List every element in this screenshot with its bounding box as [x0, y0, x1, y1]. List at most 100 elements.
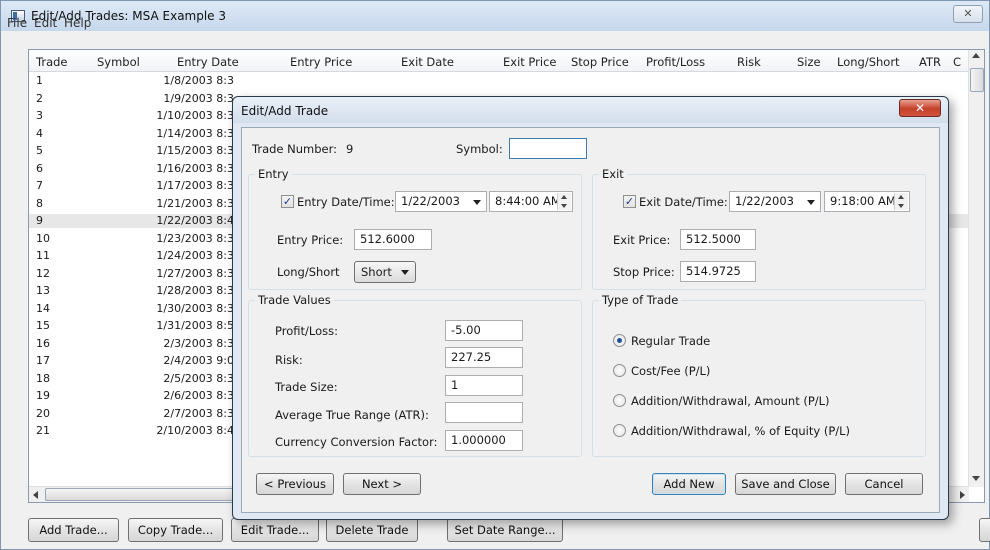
- partial-right-button[interactable]: [979, 518, 990, 542]
- col-entry-date[interactable]: Entry Date: [177, 55, 239, 69]
- cell-trade-number: 9: [36, 214, 43, 227]
- profit-loss-input[interactable]: -5.00: [445, 320, 523, 341]
- entry-date-checkbox[interactable]: ✓: [281, 195, 294, 208]
- col-profit-loss[interactable]: Profit/Loss: [646, 55, 705, 69]
- symbol-label: Symbol:: [456, 142, 503, 156]
- radio-addition-amount-label[interactable]: Addition/Withdrawal, Amount (P/L): [631, 394, 830, 408]
- long-short-select[interactable]: Short: [354, 261, 416, 283]
- currency-conversion-input[interactable]: 1.000000: [445, 430, 523, 451]
- cell-entry-date: 1/27/2003 8:3: [156, 266, 234, 280]
- col-entry-price[interactable]: Entry Price: [290, 55, 352, 69]
- entry-time-spinner[interactable]: 8:44:00 AM: [489, 191, 573, 212]
- menu-help[interactable]: Help: [64, 16, 91, 30]
- add-trade-button[interactable]: Add Trade...: [28, 518, 119, 542]
- next-button[interactable]: Next >: [343, 473, 421, 495]
- spinner-arrows-icon[interactable]: [894, 193, 908, 210]
- cell-trade-number: 3: [36, 109, 43, 122]
- cell-trade-number: 11: [36, 249, 50, 262]
- spinner-arrows-icon[interactable]: [557, 193, 571, 210]
- cell-entry-date: 1/28/2003 8:3: [156, 284, 234, 297]
- risk-label: Risk:: [275, 353, 303, 367]
- col-trade[interactable]: Trade: [36, 55, 68, 69]
- cell-entry-date: 2/4/2003 9:0: [163, 354, 234, 367]
- cell-trade-number: 4: [36, 126, 43, 140]
- entry-price-input[interactable]: 512.6000: [354, 229, 432, 250]
- entry-price-label: Entry Price:: [277, 233, 344, 247]
- exit-date-checkbox[interactable]: ✓: [623, 195, 636, 208]
- set-date-range-button[interactable]: Set Date Range...: [447, 518, 563, 542]
- save-and-close-button[interactable]: Save and Close: [735, 473, 836, 495]
- cell-entry-date: 2/3/2003 8:3: [163, 336, 234, 350]
- exit-price-input[interactable]: 512.5000: [680, 229, 756, 250]
- cell-trade-number: 2: [36, 91, 43, 105]
- menu-file[interactable]: File: [7, 16, 27, 30]
- menu-edit[interactable]: Edit: [34, 16, 57, 30]
- add-new-button[interactable]: Add New: [652, 473, 726, 495]
- cell-entry-date: 2/7/2003 8:3: [163, 406, 234, 420]
- col-long-short[interactable]: Long/Short: [837, 55, 900, 69]
- exit-group-title: Exit: [599, 167, 627, 181]
- cell-entry-date: 2/6/2003 8:3: [163, 389, 234, 402]
- radio-cost-fee[interactable]: [613, 364, 626, 377]
- col-exit-price[interactable]: Exit Price: [503, 55, 557, 69]
- radio-regular-trade-label[interactable]: Regular Trade: [631, 334, 710, 348]
- exit-date-picker[interactable]: 1/22/2003: [729, 191, 821, 212]
- vertical-scroll-thumb[interactable]: [970, 68, 984, 92]
- menu-bar: File Edit Help: [1, 16, 989, 34]
- cell-entry-date: 1/9/2003 8:3: [163, 91, 234, 105]
- trade-size-input[interactable]: 1: [445, 375, 523, 396]
- previous-button[interactable]: < Previous: [256, 473, 334, 495]
- cell-entry-date: 1/24/2003 8:3: [156, 249, 234, 262]
- edit-trade-button[interactable]: Edit Trade...: [231, 518, 319, 542]
- scroll-up-icon[interactable]: [972, 53, 980, 58]
- dialog-body: Trade Number: 9 Symbol: Entry ✓ Entry Da…: [241, 127, 940, 513]
- horizontal-scroll-thumb[interactable]: [45, 488, 235, 501]
- entry-date-value: 1/22/2003: [401, 194, 460, 208]
- cell-trade-number: 13: [36, 284, 50, 297]
- atr-input[interactable]: [445, 402, 523, 423]
- radio-cost-fee-label[interactable]: Cost/Fee (P/L): [631, 364, 710, 378]
- table-row[interactable]: 1 1/8/2003 8:3: [29, 74, 969, 88]
- delete-trade-button[interactable]: Delete Trade: [326, 518, 418, 542]
- copy-trade-button[interactable]: Copy Trade...: [128, 518, 223, 542]
- risk-input[interactable]: 227.25: [445, 347, 523, 368]
- chevron-down-icon[interactable]: [401, 270, 409, 275]
- chevron-down-icon[interactable]: [473, 200, 481, 205]
- col-size[interactable]: Size: [797, 55, 821, 69]
- col-atr[interactable]: ATR: [919, 55, 941, 69]
- col-stop-price[interactable]: Stop Price: [571, 55, 629, 69]
- cancel-button[interactable]: Cancel: [845, 473, 923, 495]
- scroll-left-icon[interactable]: [33, 491, 38, 499]
- scroll-down-icon[interactable]: [972, 476, 980, 481]
- trade-values-group: Trade Values Profit/Loss: -5.00 Risk: 22…: [248, 293, 582, 457]
- cell-trade-number: 6: [36, 161, 43, 175]
- chevron-down-icon[interactable]: [807, 200, 815, 205]
- radio-addition-equity[interactable]: [613, 424, 626, 437]
- cell-entry-date: 1/22/2003 8:4: [156, 214, 234, 227]
- col-exit-date[interactable]: Exit Date: [401, 55, 454, 69]
- col-risk[interactable]: Risk: [737, 55, 761, 69]
- long-short-value: Short: [361, 265, 392, 279]
- dialog-close-button[interactable]: ✕: [899, 99, 941, 117]
- cell-entry-date: 1/10/2003 8:3: [156, 109, 234, 122]
- scroll-right-icon[interactable]: [960, 491, 965, 499]
- radio-regular-trade[interactable]: [613, 334, 626, 347]
- exit-price-label: Exit Price:: [613, 233, 671, 247]
- table-vertical-scrollbar[interactable]: [968, 50, 984, 487]
- exit-time-value: 9:18:00 AM: [830, 194, 896, 208]
- entry-time-value: 8:44:00 AM: [495, 194, 561, 208]
- cell-trade-number: 21: [36, 424, 50, 437]
- exit-time-spinner[interactable]: 9:18:00 AM: [824, 191, 910, 212]
- col-c[interactable]: C: [953, 55, 961, 69]
- cell-trade-number: 19: [36, 389, 50, 402]
- radio-addition-amount[interactable]: [613, 394, 626, 407]
- cell-entry-date: 2/10/2003 8:4: [156, 424, 234, 437]
- cell-entry-date: 2/5/2003 8:3: [163, 371, 234, 385]
- cell-trade-number: 10: [36, 231, 50, 245]
- col-symbol[interactable]: Symbol: [97, 55, 140, 69]
- cell-trade-number: 18: [36, 371, 50, 385]
- stop-price-input[interactable]: 514.9725: [680, 261, 756, 282]
- radio-addition-equity-label[interactable]: Addition/Withdrawal, % of Equity (P/L): [631, 424, 850, 438]
- symbol-input[interactable]: [509, 138, 587, 159]
- entry-date-picker[interactable]: 1/22/2003: [395, 191, 487, 212]
